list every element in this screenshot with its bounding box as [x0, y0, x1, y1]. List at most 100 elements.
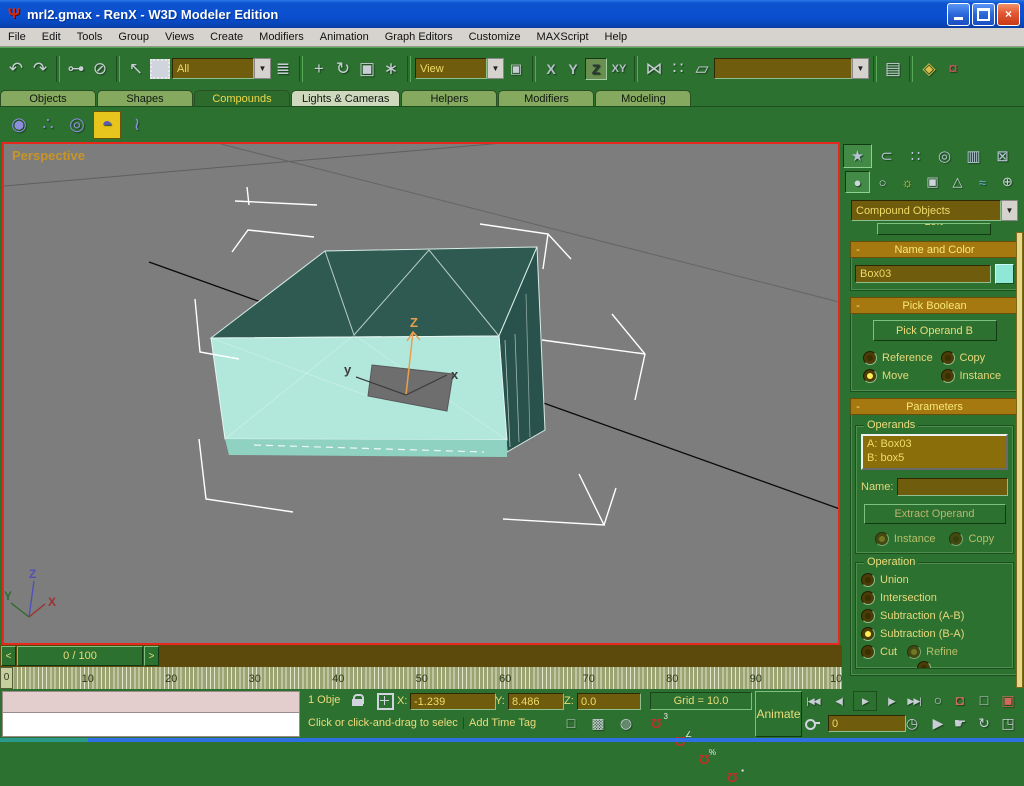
helpers-category-icon[interactable]: △ — [945, 171, 970, 193]
select-and-link-icon[interactable]: ⊶ — [65, 57, 87, 81]
viewport-canvas[interactable]: Z x y Z X Y — [4, 144, 838, 643]
key-mode-toggle-icon[interactable]: ▶ — [928, 714, 948, 732]
select-by-name-icon[interactable]: ≣ — [272, 57, 294, 81]
window-crossing-toggle-icon[interactable]: ▩ — [588, 714, 608, 732]
menu-item[interactable]: File — [0, 30, 34, 44]
track-bar[interactable]: 102030405060708090100 0 — [0, 667, 842, 689]
clone-copy-radio[interactable]: Copy — [941, 349, 1015, 367]
operation-union-radio[interactable]: Union — [861, 571, 1008, 589]
select-object-icon[interactable]: ↖ — [125, 57, 147, 81]
name-and-color-header[interactable]: - Name and Color — [850, 241, 1019, 258]
unlink-selection-icon[interactable]: ⊘ — [89, 57, 111, 81]
z-coordinate-field[interactable]: 0.0 — [577, 693, 641, 710]
set-key-icon[interactable] — [805, 719, 819, 727]
named-selection-sets-dropdown-arrow[interactable]: ▼ — [852, 58, 869, 79]
category-tab[interactable]: Compounds — [194, 90, 290, 106]
menu-item[interactable]: Animation — [312, 30, 377, 44]
absolute-relative-coords-icon[interactable] — [377, 693, 394, 710]
menu-item[interactable]: Modifiers — [251, 30, 312, 44]
morph-icon[interactable]: ◉ — [6, 112, 32, 138]
perspective-viewport[interactable]: Z x y Z X Y Perspective — [2, 142, 840, 645]
menu-item[interactable]: Help — [597, 30, 636, 44]
material-editor-icon[interactable]: ◈ — [918, 57, 940, 81]
operands-list[interactable]: A: Box03B: box5 — [861, 434, 1008, 470]
current-frame-field[interactable]: 0 — [828, 715, 906, 732]
selection-filter-dropdown[interactable]: All — [172, 58, 254, 79]
menu-item[interactable]: Tools — [69, 30, 111, 44]
add-time-tag[interactable]: Add Time Tag — [463, 717, 553, 729]
selection-lock-icon[interactable] — [352, 694, 363, 706]
clone-reference-radio[interactable]: Reference — [863, 349, 935, 367]
asset-browser-icon[interactable]: ¤ — [942, 57, 964, 81]
select-and-rotate-icon[interactable]: ↻ — [332, 57, 354, 81]
array-icon[interactable]: ∷ — [667, 57, 689, 81]
object-color-swatch[interactable] — [995, 264, 1014, 284]
extract-copy-radio[interactable]: Copy — [949, 530, 994, 548]
restrict-x-button[interactable]: X — [541, 59, 561, 79]
viewport-label[interactable]: Perspective — [12, 148, 85, 163]
operation-intersection-radio[interactable]: Intersection — [861, 589, 1008, 607]
menu-item[interactable]: MAXScript — [529, 30, 597, 44]
menu-item[interactable]: Customize — [461, 30, 529, 44]
menu-item[interactable]: Graph Editors — [377, 30, 461, 44]
menu-item[interactable]: Create — [202, 30, 251, 44]
systems-category-icon[interactable]: ⊕ — [995, 171, 1020, 193]
select-and-manipulate-icon[interactable]: ∗ — [380, 57, 402, 81]
category-tab[interactable]: Shapes — [97, 90, 193, 106]
degradation-override-icon[interactable]: ◍ — [616, 714, 636, 732]
rectangular-selection-region-icon[interactable] — [149, 57, 171, 81]
align-icon[interactable]: ▱ — [691, 57, 713, 81]
time-slider[interactable]: 0 / 100 — [17, 646, 143, 666]
restore-button[interactable] — [972, 3, 995, 26]
next-frame-icon[interactable]: |▶ — [881, 692, 901, 710]
go-to-start-icon[interactable]: |◀◀ — [803, 692, 823, 710]
panel-scrollbar[interactable] — [1016, 232, 1023, 688]
zoom-extents-icon[interactable]: □ — [974, 691, 994, 709]
time-configuration-icon[interactable]: ◷ — [902, 714, 922, 732]
cameras-category-icon[interactable]: ▣ — [920, 171, 945, 193]
play-button-icon[interactable]: ▶ — [853, 691, 877, 711]
object-category-dropdown-arrow[interactable]: ▼ — [1001, 200, 1018, 221]
animate-button[interactable]: Animate — [755, 691, 802, 737]
pan-icon[interactable]: ☛ — [950, 714, 970, 732]
display-tab-icon[interactable]: ▥ — [959, 144, 988, 168]
go-to-end-icon[interactable]: ▶▶| — [904, 692, 924, 710]
track-bar-frame-marker[interactable]: 0 — [0, 667, 13, 689]
select-and-move-icon[interactable]: + — [308, 57, 330, 81]
spinner-snap-icon[interactable]: Ω▪ — [722, 768, 742, 786]
restrict-y-button[interactable]: Y — [563, 59, 583, 79]
hierarchy-tab-icon[interactable]: ∷ — [901, 144, 930, 168]
undo-icon[interactable]: ↶ — [5, 57, 27, 81]
motion-tab-icon[interactable]: ◎ — [930, 144, 959, 168]
category-tab[interactable]: Objects — [0, 90, 96, 106]
menu-item[interactable]: Views — [157, 30, 202, 44]
redo-icon[interactable]: ↷ — [29, 57, 51, 81]
loft-icon[interactable]: ≀ — [124, 112, 150, 138]
lights-category-icon[interactable]: ☼ — [895, 171, 920, 193]
cut-refine-radio[interactable]: Refine — [907, 643, 958, 661]
parameters-header[interactable]: - Parameters — [850, 398, 1019, 415]
reference-coordinate-dropdown-arrow[interactable]: ▼ — [487, 58, 504, 79]
maxscript-listener-white[interactable] — [2, 712, 300, 737]
object-type-loft-button[interactable]: Loft — [877, 223, 991, 235]
utilities-tab-icon[interactable]: ⊠ — [988, 144, 1017, 168]
restrict-z-button[interactable]: Z — [585, 58, 607, 80]
zoom-extents-all-icon[interactable]: ▣ — [998, 691, 1018, 709]
clone-instance-radio[interactable]: Instance — [941, 367, 1015, 385]
minimize-button[interactable] — [947, 3, 970, 26]
clone-move-radio[interactable]: Move — [863, 367, 935, 385]
modify-tab-icon[interactable]: ⊂ — [872, 144, 901, 168]
menu-item[interactable]: Group — [110, 30, 157, 44]
conform-icon[interactable]: ◎ — [64, 112, 90, 138]
previous-frame-icon[interactable]: ◀| — [829, 692, 849, 710]
percent-snap-icon[interactable]: Ω% — [694, 750, 714, 768]
mirror-icon[interactable]: ⋈ — [643, 57, 665, 81]
shapes-category-icon[interactable]: ○ — [870, 171, 895, 193]
snap-toggle-icon[interactable]: Ω3 — [646, 714, 666, 732]
reference-coordinate-dropdown[interactable]: View — [415, 58, 487, 79]
operation-subtraction-ba-radio[interactable]: Subtraction (B-A) — [861, 625, 1008, 643]
operand-name-field[interactable] — [897, 478, 1008, 496]
zoom-icon[interactable]: ○ — [928, 691, 948, 709]
object-name-field[interactable]: Box03 — [855, 265, 991, 283]
next-frame-nub[interactable]: > — [144, 646, 159, 666]
